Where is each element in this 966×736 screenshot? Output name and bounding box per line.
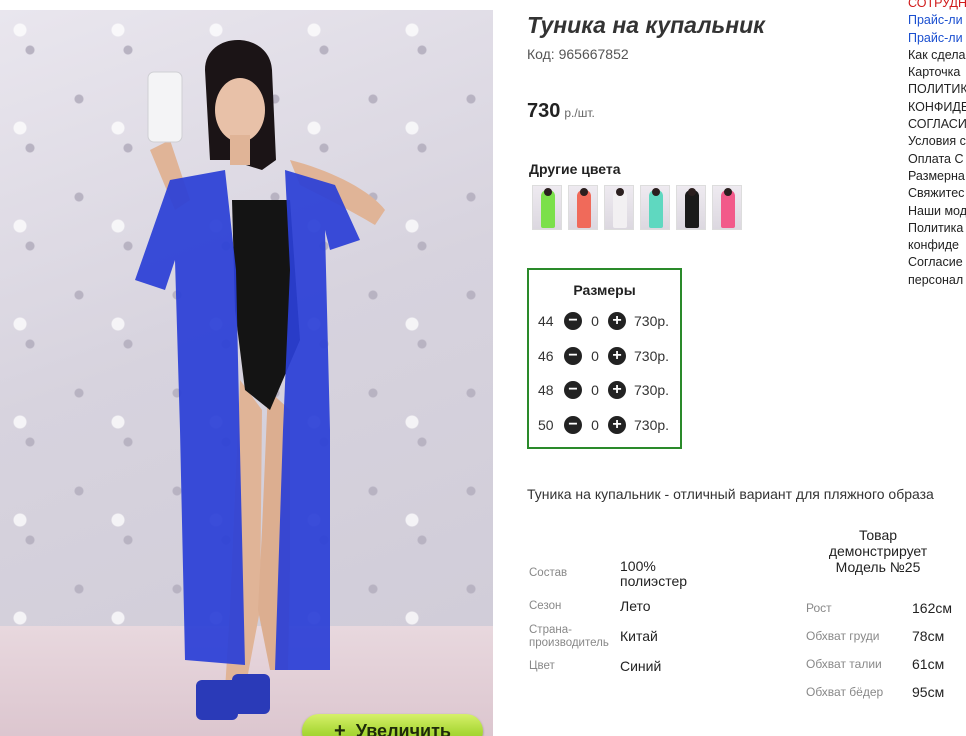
spec-row: Состав 100% полиэстер: [529, 556, 709, 592]
spec-row: Цвет Синий: [529, 652, 709, 682]
size-row: 50 − 0 + 730р.: [529, 408, 680, 443]
quantity-value: 0: [591, 313, 599, 330]
color-swatch[interactable]: [640, 185, 670, 230]
size-label: 48: [538, 382, 554, 399]
side-link[interactable]: Условия с: [908, 133, 966, 150]
model-heading: Товар демонстрирует Модель №25: [828, 527, 928, 576]
spec-key: Цвет: [529, 660, 555, 673]
plus-icon[interactable]: +: [608, 312, 626, 331]
product-price: 730 р./шт.: [527, 100, 595, 123]
sizes-box: Размеры 44 − 0 + 730р. 46 − 0 + 730р. 48…: [527, 268, 682, 449]
size-price: 730р.: [634, 313, 670, 330]
plus-icon[interactable]: +: [608, 381, 626, 400]
zoom-button-label: Увеличить: [355, 720, 451, 736]
side-link[interactable]: СОТРУДН: [908, 0, 966, 12]
size-label: 50: [538, 416, 554, 433]
side-link[interactable]: ПОЛИТИК: [908, 81, 966, 98]
measure-row: Обхват талии 61см: [806, 650, 956, 678]
plus-icon[interactable]: +: [608, 346, 626, 365]
price-unit: р./шт.: [564, 106, 595, 120]
model-head: [688, 188, 696, 196]
spec-value: Лето: [620, 598, 651, 615]
size-label: 46: [538, 347, 554, 364]
side-link[interactable]: КОНФИДЕ: [908, 99, 966, 116]
product-specs: Состав 100% полиэстер Сезон Лето Страна-…: [529, 556, 709, 682]
measure-key: Обхват груди: [806, 629, 880, 643]
side-link[interactable]: СОГЛАСИ: [908, 116, 966, 133]
minus-icon[interactable]: −: [564, 312, 582, 331]
color-swatch[interactable]: [532, 185, 562, 230]
side-link[interactable]: Наши мод: [908, 203, 966, 220]
measure-key: Рост: [806, 601, 832, 615]
side-link[interactable]: Размерна: [908, 168, 966, 185]
quantity-value: 0: [591, 347, 599, 364]
measure-value: 162см: [912, 600, 952, 616]
minus-icon[interactable]: −: [564, 381, 582, 400]
side-link[interactable]: Согласие: [908, 254, 966, 271]
measure-value: 78см: [912, 628, 945, 644]
measure-row: Обхват бёдер 95см: [806, 678, 956, 706]
model-head: [652, 188, 660, 196]
spec-key: Страна-производитель: [529, 623, 609, 649]
spec-row: Сезон Лето: [529, 592, 709, 622]
measure-key: Обхват бёдер: [806, 685, 884, 699]
size-label: 44: [538, 313, 554, 330]
measure-key: Обхват талии: [806, 657, 882, 671]
side-link[interactable]: Прайс-ли: [908, 30, 966, 47]
side-link[interactable]: Политика: [908, 220, 966, 237]
color-swatches: [532, 185, 742, 230]
model-head: [724, 188, 732, 196]
side-link[interactable]: Карточка: [908, 64, 966, 81]
product-code: Код: 965667852: [527, 46, 629, 62]
color-swatch[interactable]: [676, 185, 706, 230]
sizes-title: Размеры: [573, 282, 636, 298]
spec-key: Сезон: [529, 600, 562, 613]
side-link[interactable]: персонал: [908, 272, 966, 289]
measure-value: 95см: [912, 684, 945, 700]
side-link[interactable]: Прайс-ли: [908, 12, 966, 29]
model-head: [616, 188, 624, 196]
side-link[interactable]: Свяжитес: [908, 185, 966, 202]
spec-value: 100% полиэстер: [620, 557, 688, 589]
model-measurements: Рост 162см Обхват груди 78см Обхват тали…: [806, 594, 956, 706]
spec-key: Состав: [529, 567, 568, 580]
color-swatch[interactable]: [712, 185, 742, 230]
product-title: Туника на купальник: [527, 12, 765, 38]
side-link[interactable]: Как сдела: [908, 47, 966, 64]
model-head: [580, 188, 588, 196]
quantity-value: 0: [591, 382, 599, 399]
size-price: 730р.: [634, 382, 670, 399]
zoom-button[interactable]: + Увеличить: [302, 714, 483, 736]
size-price: 730р.: [634, 416, 670, 433]
model-illustration: [135, 40, 385, 720]
size-price: 730р.: [634, 347, 670, 364]
quantity-value: 0: [591, 416, 599, 433]
measure-row: Обхват груди 78см: [806, 622, 956, 650]
size-row: 44 − 0 + 730р.: [529, 304, 680, 339]
minus-icon[interactable]: −: [564, 346, 582, 365]
price-value: 730: [527, 100, 561, 122]
product-description: Туника на купальник - отличный вариант д…: [527, 486, 934, 502]
size-row: 46 − 0 + 730р.: [529, 339, 680, 374]
side-links: СОТРУДН Прайс-ли Прайс-ли Как сдела Карт…: [908, 0, 966, 289]
spec-value: Китай: [620, 628, 658, 645]
size-row: 48 − 0 + 730р.: [529, 373, 680, 408]
color-swatch[interactable]: [568, 185, 598, 230]
model-head: [544, 188, 552, 196]
plus-icon[interactable]: +: [608, 415, 626, 434]
side-link[interactable]: конфиде: [908, 237, 966, 254]
other-colors-title: Другие цвета: [529, 161, 621, 177]
measure-row: Рост 162см: [806, 594, 956, 622]
side-link[interactable]: Оплата С: [908, 151, 966, 168]
spec-value: Синий: [620, 658, 662, 675]
product-photo[interactable]: + Увеличить: [0, 10, 493, 736]
color-swatch[interactable]: [604, 185, 634, 230]
plus-icon: +: [334, 719, 346, 736]
spec-row: Страна-производитель Китай: [529, 622, 709, 652]
minus-icon[interactable]: −: [564, 415, 582, 434]
measure-value: 61см: [912, 656, 945, 672]
